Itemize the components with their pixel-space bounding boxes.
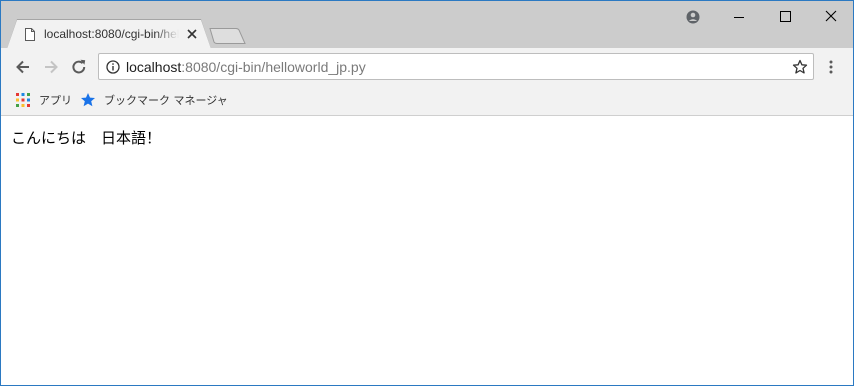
star-icon	[81, 93, 95, 107]
page-content: こんにちは 日本語！	[1, 117, 853, 385]
maximize-button[interactable]	[775, 7, 795, 27]
info-icon[interactable]	[106, 60, 120, 74]
url-path: :8080/cgi-bin/helloworld_jp.py	[181, 59, 366, 75]
tab-close-icon[interactable]	[185, 27, 199, 41]
tab-title: localhost:8080/cgi-bin/helloworld_jp.py	[44, 27, 179, 41]
close-window-button[interactable]	[821, 7, 841, 27]
apps-grid-icon	[16, 93, 30, 107]
bookmarks-bar: アプリ ブックマーク マネージャ	[1, 86, 853, 116]
reload-button[interactable]	[69, 57, 89, 77]
minimize-button[interactable]	[729, 7, 749, 27]
browser-window: localhost:8080/cgi-bin/helloworld_jp.py	[0, 0, 854, 386]
bookmark-manager[interactable]: ブックマーク マネージャ	[80, 90, 228, 110]
bookmark-apps[interactable]: アプリ	[15, 90, 72, 110]
page-icon	[25, 28, 35, 41]
forward-button[interactable]	[41, 57, 61, 77]
bookmark-manager-label: ブックマーク マネージャ	[104, 94, 228, 107]
menu-icon[interactable]	[823, 57, 839, 77]
toolbar: localhost:8080/cgi-bin/helloworld_jp.py	[1, 48, 853, 86]
profile-icon[interactable]	[683, 7, 703, 27]
back-button[interactable]	[13, 57, 33, 77]
address-bar[interactable]: localhost:8080/cgi-bin/helloworld_jp.py	[98, 53, 814, 80]
url-text[interactable]: localhost:8080/cgi-bin/helloworld_jp.py	[126, 59, 366, 75]
page-text: こんにちは 日本語！	[11, 129, 162, 147]
new-tab-button[interactable]	[209, 28, 246, 45]
bookmark-apps-label: アプリ	[39, 94, 72, 107]
tab-strip: localhost:8080/cgi-bin/helloworld_jp.py	[1, 1, 853, 49]
bookmark-star-icon[interactable]	[792, 59, 808, 75]
url-host: localhost	[126, 59, 182, 75]
